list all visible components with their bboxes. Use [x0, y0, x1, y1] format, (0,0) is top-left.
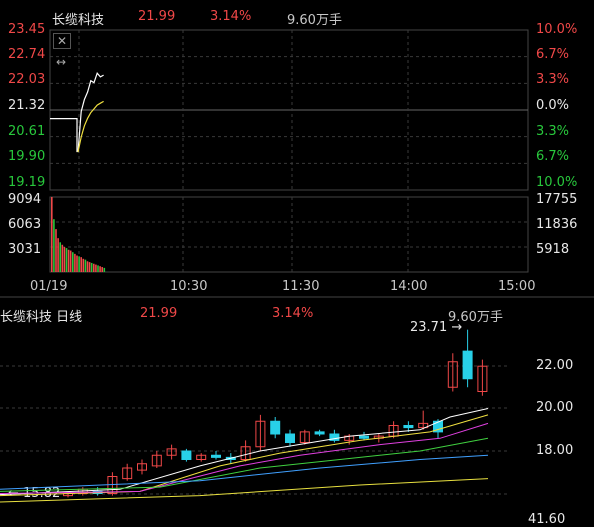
volume-panel-frame	[49, 196, 529, 273]
volume-bar	[78, 256, 80, 272]
volume-bar	[55, 229, 57, 272]
volume-bar	[93, 263, 95, 272]
candle-body	[314, 431, 325, 435]
volume-bar	[74, 253, 76, 272]
volume-bar	[103, 267, 106, 272]
candle-body	[403, 425, 414, 429]
volume-bar	[90, 262, 93, 272]
volume-bar	[61, 244, 64, 272]
volume-bar	[59, 242, 61, 272]
volume-bar	[51, 197, 53, 272]
volume-bar	[97, 265, 99, 272]
volume-bar	[88, 262, 91, 272]
volume-bar	[67, 249, 70, 272]
candle-body	[462, 350, 473, 380]
volume-bar	[84, 259, 87, 272]
volume-bar	[69, 250, 72, 272]
volume-bar	[95, 264, 97, 272]
volume-bar	[86, 261, 89, 272]
candle-body	[285, 433, 295, 443]
volume-bar	[53, 219, 55, 272]
volume-bar	[57, 238, 59, 272]
volume-bar	[72, 252, 74, 272]
candle-body	[270, 420, 281, 435]
volume-bar	[63, 247, 66, 272]
volume-bar	[76, 255, 78, 272]
ma120-line	[0, 478, 489, 503]
volume-bar	[82, 258, 85, 272]
volume-bar	[101, 267, 103, 272]
volume-bar	[80, 257, 82, 272]
price-line-preopen	[50, 118, 78, 153]
volume-bar	[65, 248, 68, 272]
candle-body	[181, 450, 192, 460]
chart-canvas	[0, 29, 594, 503]
candle-body	[211, 454, 221, 458]
volume-bar	[99, 266, 101, 272]
candle-body	[359, 435, 369, 439]
